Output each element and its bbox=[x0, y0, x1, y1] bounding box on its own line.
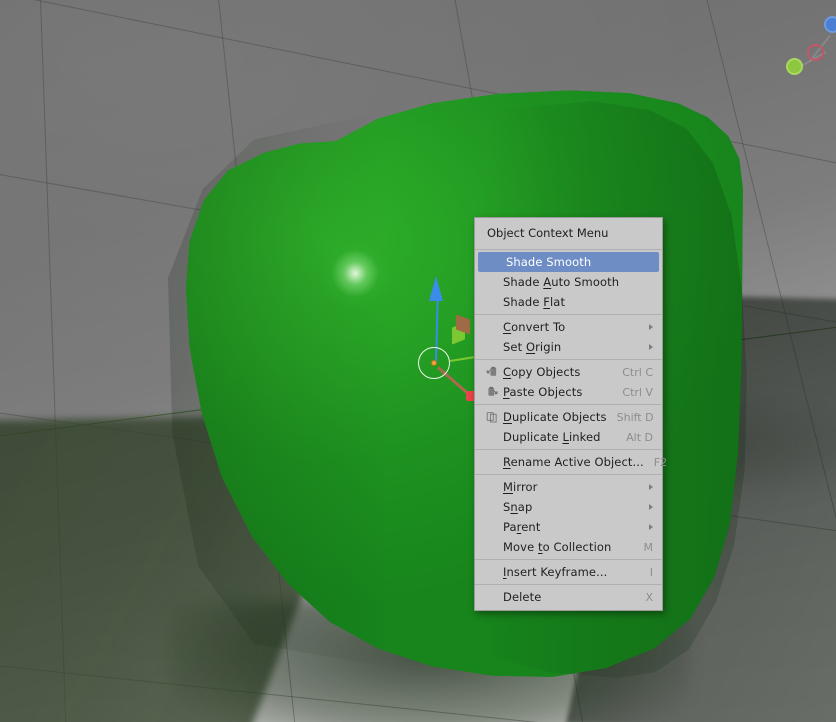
cube-facet-left bbox=[168, 111, 384, 667]
menu-separator bbox=[475, 474, 662, 475]
copy-icon bbox=[484, 364, 501, 380]
menu-item-label: Shade Smooth bbox=[506, 255, 592, 269]
menu-item-shortcut: M bbox=[643, 540, 654, 554]
icon-placeholder bbox=[484, 589, 501, 605]
menu-item-shortcut: Ctrl C bbox=[622, 365, 653, 379]
menu-item-label: Convert To bbox=[503, 320, 566, 334]
object-context-menu[interactable]: Object Context Menu Shade Smooth Shade Au… bbox=[474, 217, 667, 611]
submenu-chevron-right-icon bbox=[649, 324, 653, 330]
menu-item-label: Duplicate Objects bbox=[503, 410, 607, 424]
context-menu-title: Object Context Menu bbox=[475, 218, 662, 247]
icon-placeholder bbox=[484, 519, 501, 535]
submenu-chevron-right-icon bbox=[649, 344, 653, 350]
menu-item-shortcut: F2 bbox=[653, 455, 668, 469]
menu-item-move-to-collection[interactable]: Move to Collection M bbox=[475, 537, 662, 557]
menu-item-label: Duplicate Linked bbox=[503, 430, 601, 444]
menu-item-shortcut: Alt D bbox=[626, 430, 653, 444]
menu-item-shortcut: I bbox=[649, 565, 653, 579]
view-navigation-gizmo[interactable] bbox=[780, 16, 836, 96]
menu-item-convert-to[interactable]: Convert To bbox=[475, 317, 662, 337]
menu-item-shade-flat[interactable]: Shade Flat bbox=[475, 292, 662, 312]
menu-item-label: Snap bbox=[503, 500, 533, 514]
menu-item-label: Delete bbox=[503, 590, 542, 604]
paste-icon bbox=[484, 384, 501, 400]
icon-placeholder bbox=[484, 454, 501, 470]
icon-placeholder bbox=[484, 319, 501, 335]
icon-placeholder bbox=[487, 254, 504, 270]
menu-item-label: Insert Keyframe... bbox=[503, 565, 608, 579]
menu-item-delete[interactable]: Delete X bbox=[475, 587, 662, 607]
nav-ball-x[interactable] bbox=[807, 44, 824, 61]
menu-item-label: Rename Active Object... bbox=[503, 455, 644, 469]
nav-ball-y[interactable] bbox=[786, 58, 803, 75]
menu-separator bbox=[475, 359, 662, 360]
menu-separator bbox=[475, 249, 662, 250]
icon-placeholder bbox=[484, 479, 501, 495]
menu-separator bbox=[475, 559, 662, 560]
menu-item-label: Shade Flat bbox=[503, 295, 566, 309]
menu-item-label: Copy Objects bbox=[503, 365, 581, 379]
menu-item-label: Paste Objects bbox=[503, 385, 583, 399]
menu-item-shortcut: Shift D bbox=[616, 410, 654, 424]
icon-placeholder bbox=[484, 564, 501, 580]
menu-item-snap[interactable]: Snap bbox=[475, 497, 662, 517]
icon-placeholder bbox=[484, 294, 501, 310]
menu-item-duplicate-objects[interactable]: Duplicate Objects Shift D bbox=[475, 407, 662, 427]
menu-item-label: Shade Auto Smooth bbox=[503, 275, 620, 289]
menu-separator bbox=[475, 584, 662, 585]
gizmo-z-arrow[interactable] bbox=[429, 276, 443, 301]
menu-item-set-origin[interactable]: Set Origin bbox=[475, 337, 662, 357]
menu-item-shortcut: X bbox=[645, 590, 653, 604]
menu-item-shade-smooth[interactable]: Shade Smooth bbox=[478, 252, 659, 272]
menu-item-label: Move to Collection bbox=[503, 540, 612, 554]
submenu-chevron-right-icon bbox=[649, 504, 653, 510]
icon-placeholder bbox=[484, 499, 501, 515]
menu-item-copy-objects[interactable]: Copy Objects Ctrl C bbox=[475, 362, 662, 382]
menu-separator bbox=[475, 314, 662, 315]
menu-separator bbox=[475, 404, 662, 405]
menu-item-label: Parent bbox=[503, 520, 541, 534]
nav-ball-z[interactable] bbox=[824, 16, 836, 33]
submenu-chevron-right-icon bbox=[649, 484, 653, 490]
menu-item-shortcut: Ctrl V bbox=[622, 385, 653, 399]
icon-placeholder bbox=[484, 339, 501, 355]
duplicate-icon bbox=[484, 409, 501, 425]
object-origin-point[interactable] bbox=[431, 360, 437, 366]
icon-placeholder bbox=[484, 274, 501, 290]
menu-item-parent[interactable]: Parent bbox=[475, 517, 662, 537]
icon-placeholder bbox=[484, 429, 501, 445]
menu-item-paste-objects[interactable]: Paste Objects Ctrl V bbox=[475, 382, 662, 402]
submenu-chevron-right-icon bbox=[649, 524, 653, 530]
icon-placeholder bbox=[484, 539, 501, 555]
menu-item-mirror[interactable]: Mirror bbox=[475, 477, 662, 497]
context-menu-items[interactable]: Shade Smooth Shade Auto Smooth Shade Flat C… bbox=[475, 252, 667, 607]
menu-item-rename-active-object[interactable]: Rename Active Object... F2 bbox=[475, 452, 667, 472]
menu-item-label: Mirror bbox=[503, 480, 538, 494]
menu-item-duplicate-linked[interactable]: Duplicate Linked Alt D bbox=[475, 427, 662, 447]
menu-item-label: Set Origin bbox=[503, 340, 562, 354]
menu-separator bbox=[475, 449, 662, 450]
menu-item-insert-keyframe[interactable]: Insert Keyframe... I bbox=[475, 562, 662, 582]
menu-item-shade-auto-smooth[interactable]: Shade Auto Smooth bbox=[475, 272, 662, 292]
blender-3d-viewport[interactable]: Object Context Menu Shade Smooth Shade Au… bbox=[0, 0, 836, 722]
